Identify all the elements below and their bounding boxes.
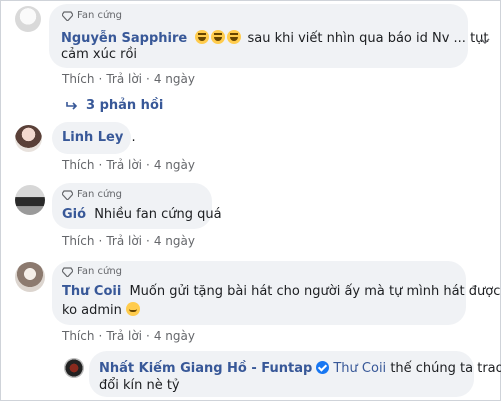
fan-badge: Fan cứng <box>62 10 122 21</box>
comment-author[interactable]: Thư Coii <box>62 284 121 299</box>
separator-dot: · <box>146 234 150 248</box>
chevron-down-icon[interactable] <box>480 36 490 46</box>
reply-button[interactable]: Trả lời <box>106 72 142 86</box>
view-replies-link[interactable]: 3 phản hồi <box>66 98 163 113</box>
comment-body: Nhiều fan cứng quá <box>94 207 222 222</box>
avatar[interactable] <box>64 358 84 378</box>
reply-text-line2: đổi kín nè tỷ <box>99 378 180 393</box>
comment-body: . <box>131 130 136 145</box>
comment-author[interactable]: Nguyễn Sapphire <box>61 31 187 46</box>
diamond-icon <box>62 266 73 277</box>
fan-badge: Fan cứng <box>62 189 122 200</box>
laugh-emoji-icon <box>211 30 226 44</box>
comment-actions: Thích · Trả lời · 4 ngày <box>62 234 195 248</box>
reply-button[interactable]: Trả lời <box>106 158 142 172</box>
comment-author[interactable]: Gió <box>62 207 86 222</box>
like-button[interactable]: Thích <box>62 72 94 86</box>
avatar[interactable] <box>15 185 45 215</box>
comment-text-line2: ko admin <box>62 302 142 319</box>
reply-arrow-icon <box>66 101 78 110</box>
separator-dot: · <box>146 329 150 343</box>
separator-dot: · <box>98 234 103 248</box>
comment-text: Linh Ley . <box>62 130 136 146</box>
comment-actions: Thích · Trả lời · 4 ngày <box>62 72 195 86</box>
fan-badge-label: Fan cứng <box>77 189 122 200</box>
comment-body: ko admin <box>62 303 122 318</box>
fan-badge-label: Fan cứng <box>77 266 122 277</box>
replies-count[interactable]: 3 phản hồi <box>86 98 163 113</box>
laugh-emoji-icon <box>195 30 210 44</box>
separator-dot: · <box>98 329 103 343</box>
comment-actions: Thích · Trả lời · 4 ngày <box>62 329 195 343</box>
reply-text: Nhất Kiếm Giang Hồ - Funtap Thư Coii thế … <box>99 361 501 377</box>
reply-body: thế chúng ta trao <box>390 361 501 376</box>
timestamp[interactable]: 4 ngày <box>154 158 195 172</box>
comment-text: Gió Nhiều fan cứng quá <box>62 207 222 223</box>
fan-badge: Fan cứng <box>62 266 122 277</box>
avatar[interactable] <box>15 125 42 152</box>
timestamp[interactable]: 4 ngày <box>154 234 195 248</box>
verified-badge-icon <box>316 361 330 374</box>
comment-text: Nguyễn Sapphire sau khi viết nhìn qua bá… <box>61 30 489 47</box>
mention-link[interactable]: Thư Coii <box>333 361 386 376</box>
reply-button[interactable]: Trả lời <box>106 329 142 343</box>
avatar[interactable] <box>15 262 45 292</box>
reply-button[interactable]: Trả lời <box>106 234 142 248</box>
diamond-icon <box>62 10 73 21</box>
separator-dot: · <box>146 158 150 172</box>
avatar[interactable] <box>15 6 41 32</box>
like-button[interactable]: Thích <box>62 234 94 248</box>
like-button[interactable]: Thích <box>62 158 94 172</box>
fan-badge-label: Fan cứng <box>77 10 122 21</box>
timestamp[interactable]: 4 ngày <box>154 72 195 86</box>
diamond-icon <box>62 189 73 200</box>
separator-dot: · <box>98 158 103 172</box>
comment-body: sau khi viết nhìn qua báo id Nv ... tụt <box>247 31 489 46</box>
reply-author[interactable]: Nhất Kiếm Giang Hồ - Funtap <box>99 361 312 376</box>
comment-text-line2: cảm xúc rồi <box>61 47 138 62</box>
separator-dot: · <box>98 72 103 86</box>
like-button[interactable]: Thích <box>62 329 94 343</box>
comment-text: Thư Coii Muốn gửi tặng bài hát cho người… <box>62 284 500 300</box>
comment-actions: Thích · Trả lời · 4 ngày <box>62 158 195 172</box>
comment-author[interactable]: Linh Ley <box>62 130 123 145</box>
separator-dot: · <box>146 72 150 86</box>
smile-emoji-icon <box>126 302 141 316</box>
timestamp[interactable]: 4 ngày <box>154 329 195 343</box>
laugh-emoji-icon <box>227 30 242 44</box>
comment-body: Muốn gửi tặng bài hát cho người ấy mà tự… <box>129 284 501 299</box>
